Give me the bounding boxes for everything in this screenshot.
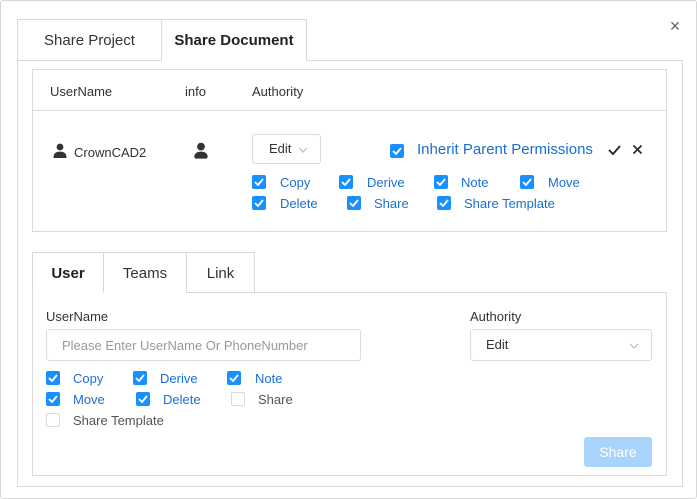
checkbox-check-icon bbox=[229, 374, 239, 382]
row-permission-move-checkbox[interactable] bbox=[520, 175, 534, 189]
form-permission-copy-checkbox[interactable] bbox=[46, 371, 60, 385]
column-header-username: UserName bbox=[50, 84, 113, 99]
check-icon[interactable] bbox=[608, 144, 621, 156]
form-permission-delete-checkbox[interactable] bbox=[136, 392, 150, 406]
row-permission-share-checkbox[interactable] bbox=[347, 196, 361, 210]
row-authority-select[interactable]: Edit bbox=[252, 134, 321, 164]
form-permission-note-checkbox[interactable] bbox=[227, 371, 241, 385]
tab-teams[interactable]: Teams bbox=[103, 252, 187, 293]
form-permission-derive-checkbox[interactable] bbox=[133, 371, 147, 385]
table-row-username: CrownCAD2 bbox=[74, 145, 147, 160]
form-permission-share-label[interactable]: Share bbox=[258, 392, 293, 407]
row-permission-share-label[interactable]: Share bbox=[374, 196, 409, 211]
checkbox-check-icon bbox=[522, 178, 532, 186]
checkbox-check-icon bbox=[138, 395, 148, 403]
tab-user[interactable]: User bbox=[32, 252, 104, 293]
tab-share-document[interactable]: Share Document bbox=[161, 19, 307, 61]
checkbox-check-icon bbox=[349, 199, 359, 207]
user-icon bbox=[53, 143, 67, 158]
row-permission-derive-label[interactable]: Derive bbox=[367, 175, 405, 190]
checkbox-check-icon bbox=[135, 374, 145, 382]
column-header-authority: Authority bbox=[252, 84, 304, 99]
authority-select[interactable]: Edit bbox=[470, 329, 652, 361]
checkbox-check-icon bbox=[254, 199, 264, 207]
share-dialog: × Share Project Share Document UserName … bbox=[0, 0, 697, 499]
authority-select-value: Edit bbox=[486, 337, 509, 352]
form-permission-share-checkbox[interactable] bbox=[231, 392, 245, 406]
chevron-down-icon bbox=[629, 343, 639, 349]
row-authority-value: Edit bbox=[269, 141, 292, 156]
checkbox-check-icon bbox=[436, 178, 446, 186]
checkbox-check-icon bbox=[48, 395, 58, 403]
inherit-permissions-label[interactable]: Inherit Parent Permissions bbox=[417, 141, 593, 158]
row-permission-note-label[interactable]: Note bbox=[461, 175, 488, 190]
form-permission-share-template-label[interactable]: Share Template bbox=[73, 413, 164, 428]
row-permission-share-template-label[interactable]: Share Template bbox=[464, 196, 555, 211]
form-permission-derive-label[interactable]: Derive bbox=[160, 371, 198, 386]
checkbox-check-icon bbox=[392, 147, 402, 155]
row-permission-share-template-checkbox[interactable] bbox=[437, 196, 451, 210]
chevron-down-icon bbox=[298, 147, 308, 153]
inherit-permissions-checkbox[interactable] bbox=[390, 144, 404, 158]
form-permission-move-label[interactable]: Move bbox=[73, 392, 105, 407]
row-permission-move-label[interactable]: Move bbox=[548, 175, 580, 190]
form-permission-share-template-checkbox[interactable] bbox=[46, 413, 60, 427]
checkbox-check-icon bbox=[254, 178, 264, 186]
row-permission-note-checkbox[interactable] bbox=[434, 175, 448, 189]
username-field-label: UserName bbox=[46, 309, 109, 324]
tab-share-project[interactable]: Share Project bbox=[17, 19, 161, 61]
dialog-close-icon[interactable]: × bbox=[666, 17, 684, 35]
tab-link[interactable]: Link bbox=[186, 252, 255, 293]
row-permission-delete-label[interactable]: Delete bbox=[280, 196, 318, 211]
checkbox-check-icon bbox=[48, 374, 58, 382]
add-share-panel bbox=[32, 292, 667, 476]
row-permission-copy-label[interactable]: Copy bbox=[280, 175, 310, 190]
form-permission-move-checkbox[interactable] bbox=[46, 392, 60, 406]
form-permission-copy-label[interactable]: Copy bbox=[73, 371, 103, 386]
authority-field-label: Authority bbox=[470, 309, 522, 324]
column-header-info: info bbox=[185, 84, 206, 99]
row-permission-delete-checkbox[interactable] bbox=[252, 196, 266, 210]
permissions-table-header: UserName info Authority bbox=[33, 70, 666, 111]
checkbox-check-icon bbox=[341, 178, 351, 186]
user-info-icon[interactable] bbox=[193, 142, 209, 159]
form-permission-note-label[interactable]: Note bbox=[255, 371, 282, 386]
username-input[interactable] bbox=[46, 329, 361, 361]
row-permission-copy-checkbox[interactable] bbox=[252, 175, 266, 189]
checkbox-check-icon bbox=[439, 199, 449, 207]
form-permission-delete-label[interactable]: Delete bbox=[163, 392, 201, 407]
share-button[interactable]: Share bbox=[584, 437, 652, 467]
close-icon[interactable] bbox=[632, 144, 643, 155]
row-permission-derive-checkbox[interactable] bbox=[339, 175, 353, 189]
